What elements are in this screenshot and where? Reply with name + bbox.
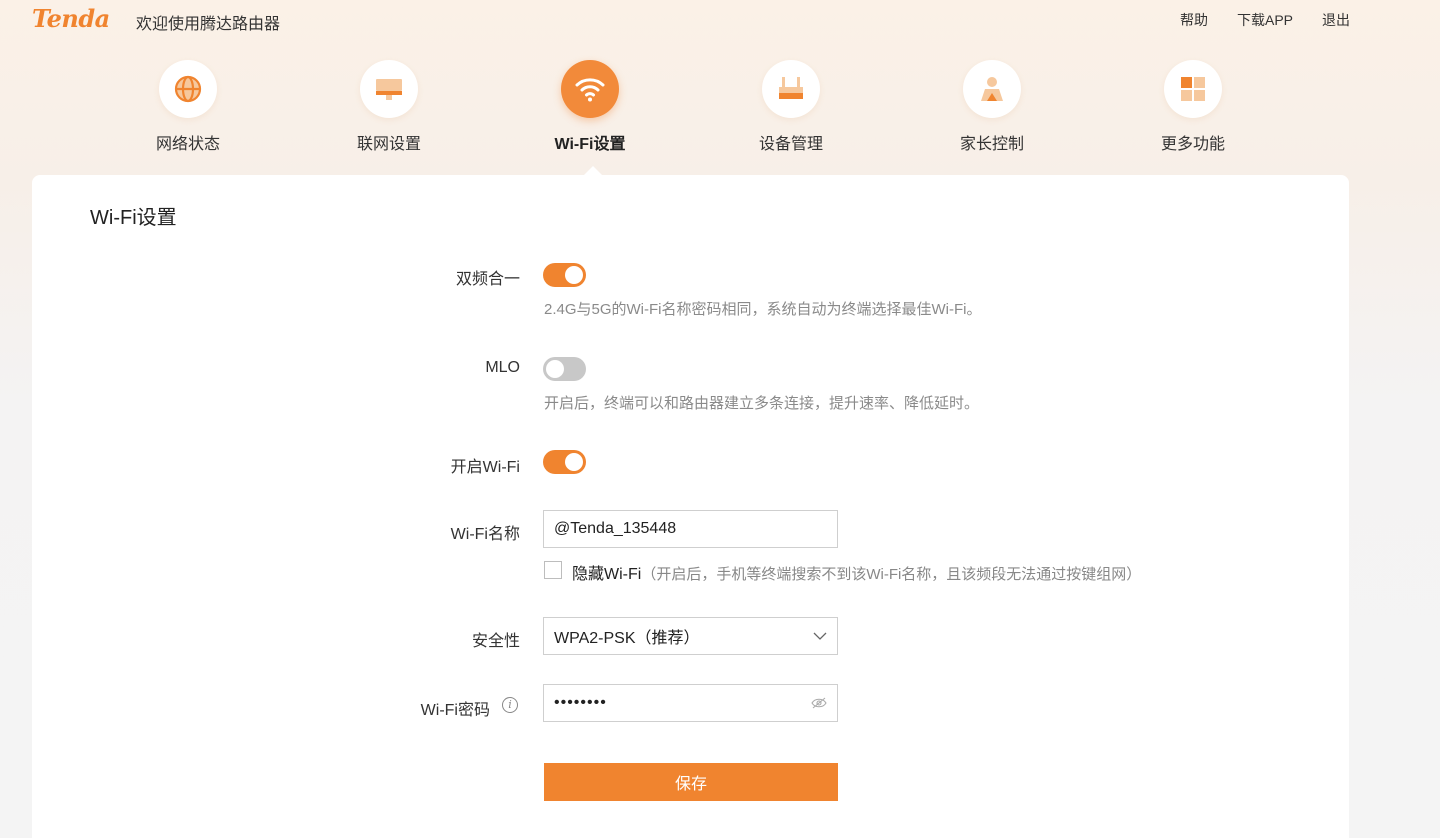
wifi-icon xyxy=(561,60,619,118)
wifi-name-input[interactable] xyxy=(543,510,838,548)
active-tab-pointer xyxy=(584,166,602,175)
page-title: Wi-Fi设置 xyxy=(90,207,177,229)
mlo-label: MLO xyxy=(485,359,520,376)
nav-label: 家长控制 xyxy=(959,136,1024,153)
mlo-toggle[interactable] xyxy=(543,357,586,381)
dual-band-label: 双频合一 xyxy=(455,271,520,288)
nav-item-internet-settings[interactable]: 联网设置 xyxy=(329,60,449,154)
nav-item-more-functions[interactable]: 更多功能 xyxy=(1133,60,1253,154)
globe-icon xyxy=(159,60,217,118)
toggle-knob xyxy=(565,453,583,471)
nav-label: 联网设置 xyxy=(356,136,421,153)
tenda-logo[interactable]: Tenda xyxy=(32,4,110,33)
dual-band-hint: 2.4G与5G的Wi-Fi名称密码相同，系统自动为终端选择最佳Wi-Fi。 xyxy=(544,301,982,318)
security-label: 安全性 xyxy=(471,633,520,650)
hide-wifi-checkbox[interactable] xyxy=(544,561,562,579)
welcome-text: 欢迎使用腾达路由器 xyxy=(136,16,281,33)
main-nav: 网络状态 联网设置 Wi-Fi设置 设备管理 家长控制 更多功能 xyxy=(0,60,1440,175)
save-button[interactable]: 保存 xyxy=(544,763,838,801)
download-app-link[interactable]: 下载APP xyxy=(1237,10,1293,30)
router-icon xyxy=(762,60,820,118)
wifi-enable-toggle[interactable] xyxy=(543,450,586,474)
top-links: 帮助 下载APP 退出 xyxy=(1180,10,1350,30)
top-bar: Tenda 欢迎使用腾达路由器 帮助 下载APP 退出 xyxy=(0,0,1440,40)
nav-label: Wi-Fi设置 xyxy=(554,136,626,153)
wifi-name-label: Wi-Fi名称 xyxy=(450,526,520,543)
chevron-down-icon xyxy=(813,632,827,640)
password-value: •••••••• xyxy=(554,694,607,711)
hide-wifi-note: （开启后，手机等终端搜索不到该Wi-Fi名称，且该频段无法通过按键组网） xyxy=(641,566,1142,583)
mlo-hint: 开启后，终端可以和路由器建立多条连接，提升速率、降低延时。 xyxy=(544,395,980,412)
security-select[interactable]: WPA2-PSK（推荐） xyxy=(543,617,838,655)
wifi-enable-label: 开启Wi-Fi xyxy=(450,459,520,476)
toggle-knob xyxy=(565,266,583,284)
security-value: WPA2-PSK（推荐） xyxy=(554,630,700,647)
wifi-password-label: Wi-Fi密码 xyxy=(420,702,490,719)
eye-off-icon[interactable] xyxy=(811,696,827,710)
parent-icon xyxy=(963,60,1021,118)
hide-wifi-text: 隐藏Wi-Fi xyxy=(572,566,642,583)
dual-band-toggle[interactable] xyxy=(543,263,586,287)
monitor-icon xyxy=(360,60,418,118)
grid-icon xyxy=(1164,60,1222,118)
toggle-knob xyxy=(546,360,564,378)
nav-label: 设备管理 xyxy=(758,136,823,153)
info-icon[interactable]: i xyxy=(502,697,518,713)
nav-item-network-status[interactable]: 网络状态 xyxy=(128,60,248,154)
nav-label: 网络状态 xyxy=(155,136,220,153)
nav-item-wifi-settings[interactable]: Wi-Fi设置 xyxy=(530,60,650,154)
nav-item-parental-control[interactable]: 家长控制 xyxy=(932,60,1052,154)
logout-link[interactable]: 退出 xyxy=(1322,10,1350,30)
nav-item-device-management[interactable]: 设备管理 xyxy=(731,60,851,154)
wifi-settings-card: Wi-Fi设置 双频合一 2.4G与5G的Wi-Fi名称密码相同，系统自动为终端… xyxy=(32,175,1349,838)
help-link[interactable]: 帮助 xyxy=(1180,10,1208,30)
hide-wifi-label[interactable]: 隐藏Wi-Fi（开启后，手机等终端搜索不到该Wi-Fi名称，且该频段无法通过按键… xyxy=(572,560,1141,584)
nav-label: 更多功能 xyxy=(1160,136,1225,153)
wifi-password-input[interactable]: •••••••• xyxy=(543,684,838,722)
